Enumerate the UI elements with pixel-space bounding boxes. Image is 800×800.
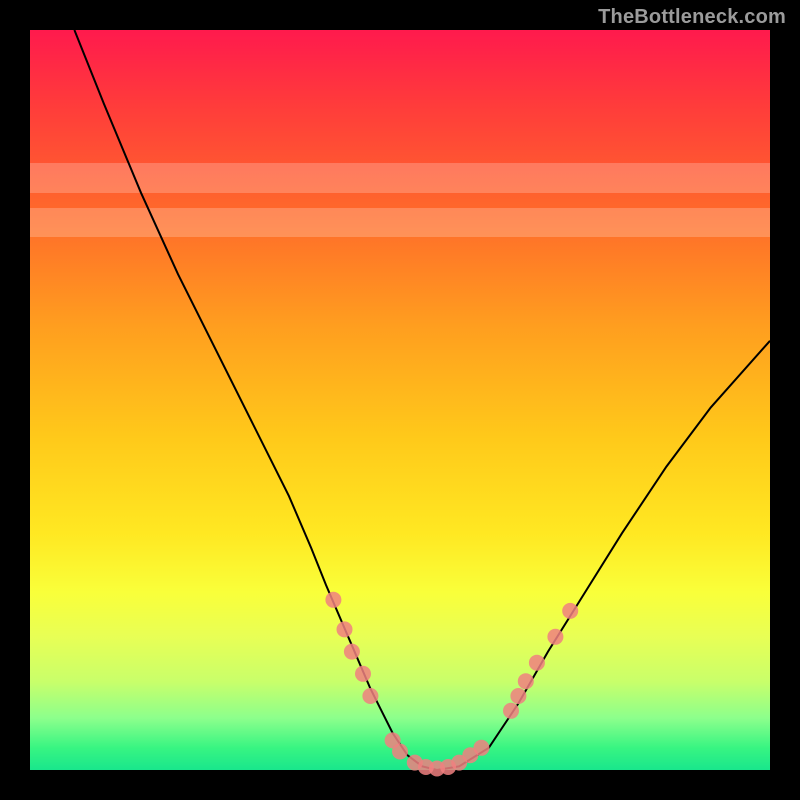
highlight-dot	[337, 621, 353, 637]
chart-svg	[30, 30, 770, 770]
watermark-text: TheBottleneck.com	[598, 6, 786, 29]
highlight-dot	[510, 688, 526, 704]
highlight-dot	[355, 666, 371, 682]
highlight-dot	[529, 655, 545, 671]
highlight-dot	[473, 740, 489, 756]
highlight-dot	[547, 629, 563, 645]
chart-frame: TheBottleneck.com	[0, 0, 800, 800]
highlight-dot	[392, 744, 408, 760]
highlight-dot	[325, 592, 341, 608]
highlight-dot	[503, 703, 519, 719]
highlight-dots-group	[325, 592, 578, 777]
highlight-dot	[562, 603, 578, 619]
bottleneck-curve	[74, 30, 770, 770]
highlight-dot	[518, 673, 534, 689]
highlight-dot	[362, 688, 378, 704]
highlight-dot	[344, 644, 360, 660]
